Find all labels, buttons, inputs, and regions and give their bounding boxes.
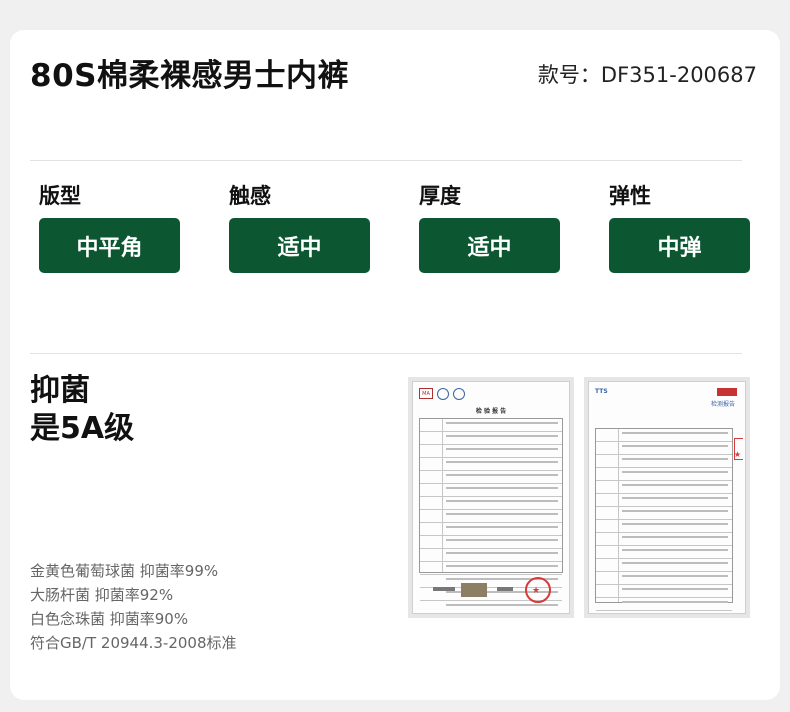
attribute-value-badge: 适中 bbox=[419, 218, 560, 273]
antibacterial-heading: 抑菌 是5A级 bbox=[30, 372, 134, 448]
fabric-sample-swatch bbox=[461, 583, 487, 597]
cnas-logo-icon bbox=[453, 388, 465, 400]
attribute-value-badge: 中弹 bbox=[609, 218, 750, 273]
divider-top bbox=[30, 160, 742, 161]
divider-middle bbox=[30, 353, 742, 354]
report-table bbox=[595, 428, 733, 611]
ilac-logo-icon bbox=[437, 388, 449, 400]
antibacterial-item: 大肠杆菌 抑菌率92% bbox=[30, 586, 174, 604]
seal-star-icon: ★ bbox=[532, 586, 541, 596]
attribute-value-badge: 中平角 bbox=[39, 218, 180, 273]
attribute-thickness: 厚度 适中 bbox=[419, 180, 560, 273]
report-document: MA 检 验 报 告 ★ bbox=[412, 381, 570, 614]
attribute-label: 厚度 bbox=[419, 184, 461, 208]
report-document: TTS 检测报告 ★ bbox=[588, 381, 746, 614]
product-title: 80S棉柔裸感男士内裤 bbox=[30, 58, 349, 94]
antibacterial-item: 白色念珠菌 抑菌率90% bbox=[30, 610, 189, 628]
test-report-image-2: TTS 检测报告 ★ bbox=[584, 377, 750, 618]
cma-logo-icon: MA bbox=[419, 388, 433, 399]
tts-logo: TTS bbox=[595, 388, 608, 395]
attribute-label: 弹性 bbox=[609, 184, 651, 208]
test-report-image-1: MA 检 验 报 告 ★ bbox=[408, 377, 574, 618]
antibacterial-item: 金黄色葡萄球菌 抑菌率99% bbox=[30, 562, 219, 580]
attribute-label: 版型 bbox=[39, 184, 81, 208]
certification-logos: MA bbox=[419, 388, 465, 400]
report-title: 检测报告 bbox=[710, 401, 735, 408]
cnas-badge-icon bbox=[717, 388, 737, 396]
report-title: 检 验 报 告 bbox=[475, 408, 507, 415]
antibacterial-heading-line1: 抑菌 bbox=[30, 373, 90, 408]
attribute-elasticity: 弹性 中弹 bbox=[609, 180, 750, 273]
attribute-fit: 版型 中平角 bbox=[39, 180, 180, 273]
attribute-touch: 触感 适中 bbox=[229, 180, 370, 273]
seal-star-icon: ★ bbox=[733, 450, 741, 459]
attribute-label: 触感 bbox=[229, 184, 271, 208]
antibacterial-heading-line2: 是5A级 bbox=[30, 411, 135, 446]
signature-mark bbox=[433, 587, 455, 591]
antibacterial-item: 符合GB/T 20944.3-2008标准 bbox=[30, 634, 237, 652]
signature-mark bbox=[497, 587, 513, 591]
report-table bbox=[419, 418, 563, 606]
product-model-number: 款号：DF351-200687 bbox=[537, 63, 757, 87]
attribute-value-badge: 适中 bbox=[229, 218, 370, 273]
